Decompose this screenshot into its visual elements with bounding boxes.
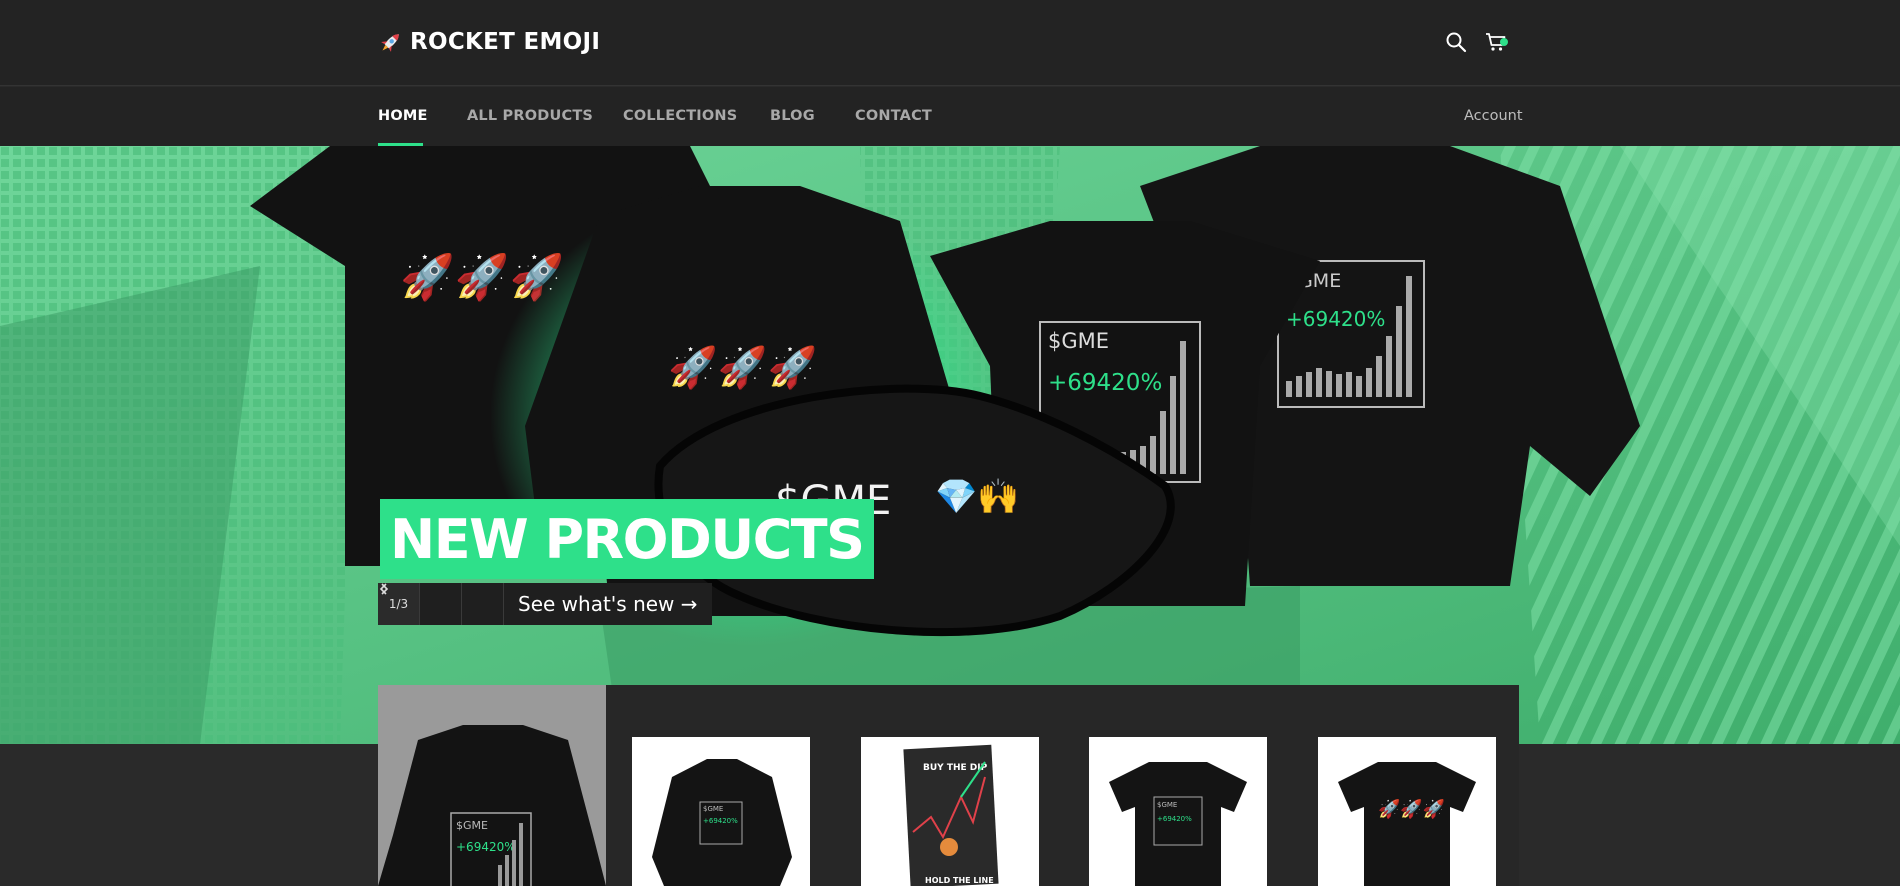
svg-text:$GME: $GME [456, 819, 488, 832]
brand-logo[interactable]: ROCKET EMOJI [378, 29, 600, 55]
slide-prev-button[interactable] [379, 583, 462, 625]
rocket-icon [381, 34, 399, 52]
svg-text:💎🙌: 💎🙌 [935, 477, 1020, 517]
featured-product-image[interactable]: $GME +69420% [378, 685, 606, 886]
nav-home[interactable]: HOME [378, 108, 428, 124]
nav-collections[interactable]: COLLECTIONS [623, 108, 737, 124]
svg-text:$GME: $GME [703, 805, 723, 813]
chevron-right-icon [381, 583, 389, 595]
slide-next-button[interactable] [381, 583, 504, 625]
search-icon[interactable] [1444, 30, 1468, 54]
svg-text:+69420%: +69420% [703, 817, 738, 825]
hero-slideshow: 🚀🚀🚀 $GME +69420% 🚀🚀🚀 $GME +69420% 💎🙌 NEW… [0, 146, 1900, 744]
brand-name: ROCKET EMOJI [410, 29, 601, 55]
poster-bottom-text: HOLD THE LINE [925, 876, 994, 885]
nav-all-products[interactable]: ALL PRODUCTS [467, 108, 593, 124]
account-link[interactable]: Account [1464, 108, 1523, 124]
nav-blog[interactable]: BLOG [770, 108, 815, 124]
svg-text:🚀🚀🚀: 🚀🚀🚀 [668, 344, 817, 391]
site-header: ROCKET EMOJI [0, 0, 1900, 86]
svg-text:$GME: $GME [1048, 329, 1109, 353]
product-thumb-poster[interactable]: BUY THE DIP HOLD THE LINE [861, 737, 1039, 886]
featured-products: $GME +69420% $GME +69420% BUY THE DIP HO… [378, 685, 1519, 886]
nav-contact[interactable]: CONTACT [855, 108, 932, 124]
main-nav: HOME ALL PRODUCTS COLLECTIONS BLOG CONTA… [0, 87, 1900, 146]
product-thumb-rocket-tshirt[interactable]: 🚀🚀🚀 [1318, 737, 1496, 886]
cart-badge [1500, 38, 1508, 46]
hero-title: NEW PRODUCTS [380, 499, 874, 579]
hero-image: 🚀🚀🚀 $GME +69420% 🚀🚀🚀 $GME +69420% 💎🙌 [0, 146, 1900, 744]
svg-text:+69420%: +69420% [1048, 370, 1162, 396]
svg-text:🚀🚀🚀: 🚀🚀🚀 [1378, 798, 1445, 820]
product-thumb-gme-hoodie[interactable]: $GME +69420% [632, 737, 810, 886]
slideshow-controls: 1/3 See what's new → [378, 583, 712, 625]
svg-text:$GME: $GME [1157, 801, 1177, 809]
svg-text:+69420%: +69420% [1157, 815, 1192, 823]
svg-text:+69420%: +69420% [456, 840, 516, 854]
svg-text:+69420%: +69420% [1286, 307, 1385, 331]
product-thumb-gme-tshirt[interactable]: $GME +69420% [1089, 737, 1267, 886]
see-whats-new-button[interactable]: See what's new → [504, 583, 712, 625]
